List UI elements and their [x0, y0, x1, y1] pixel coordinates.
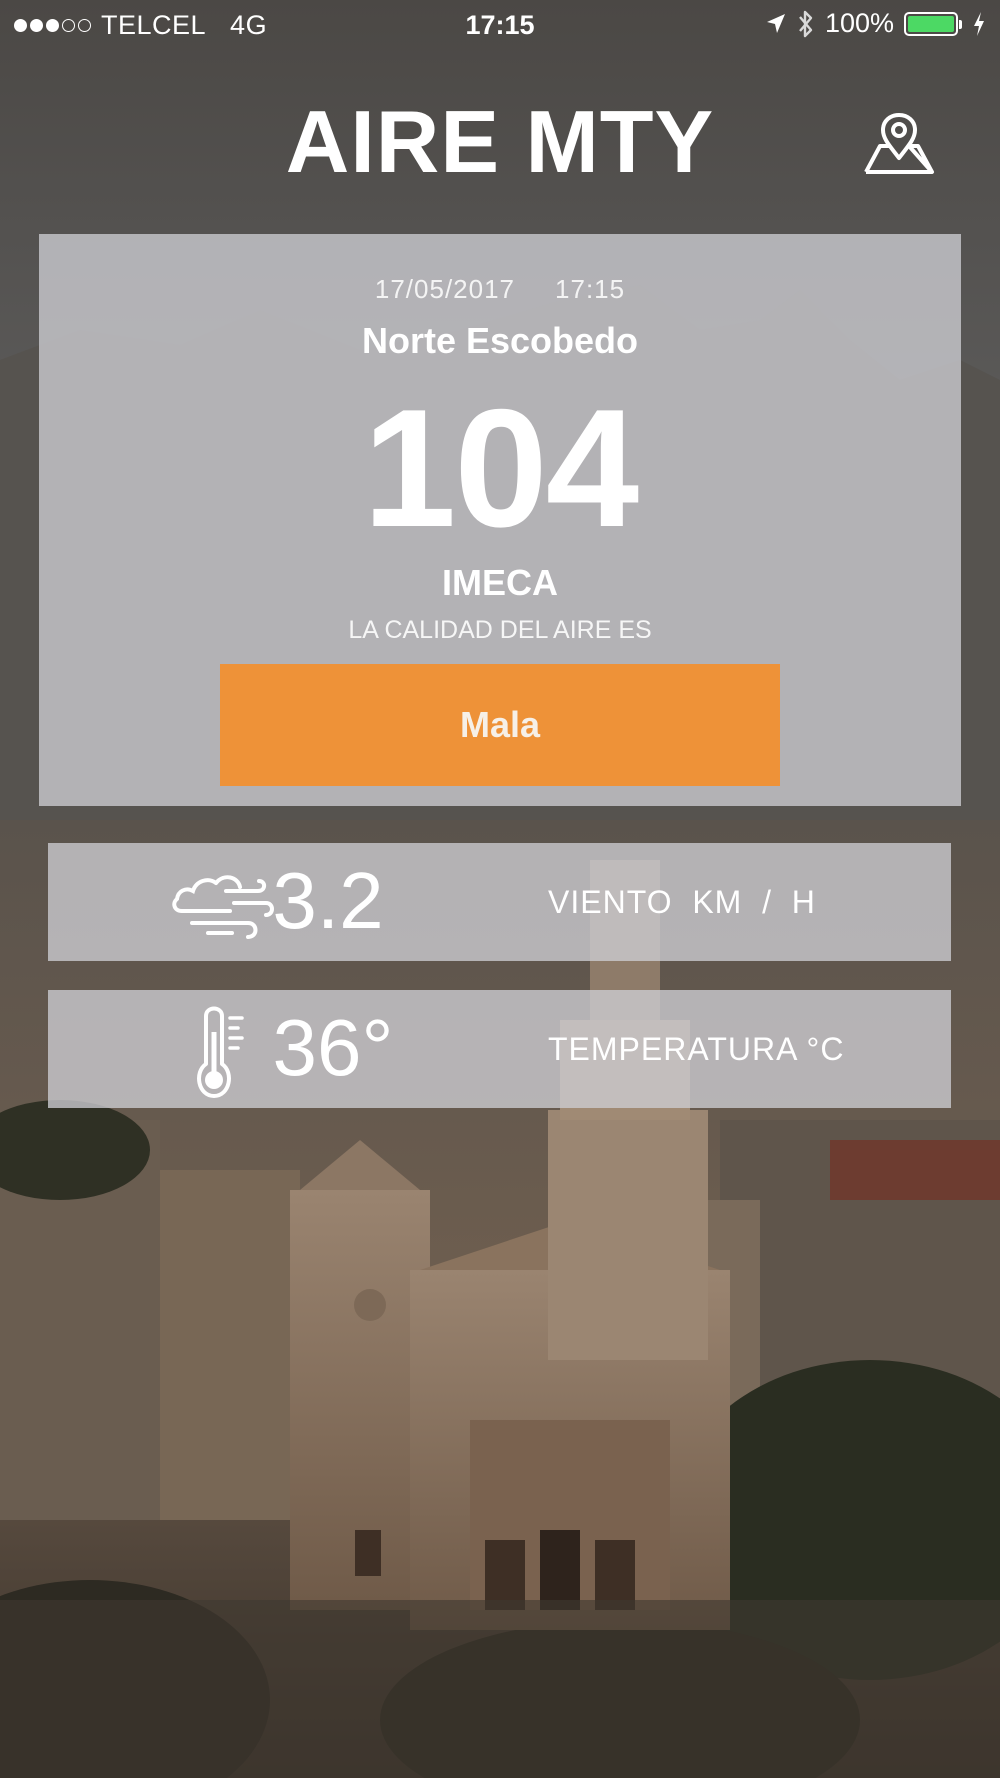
bluetooth-icon: [799, 10, 813, 37]
status-bar: TELCEL 4G 17:15 100%: [0, 0, 1000, 50]
temperature-row: 36° TEMPERATURA °C: [48, 990, 951, 1108]
map-button[interactable]: [858, 112, 940, 180]
battery-percent: 100%: [824, 8, 894, 38]
reading-datetime: 17/05/2017 17:15: [39, 274, 961, 305]
charging-bolt-icon: [974, 11, 984, 36]
aqi-unit: IMECA: [442, 562, 558, 603]
wind-speed-label: VIENTO KM / H: [548, 883, 816, 920]
reading-date: 17/05/2017: [374, 274, 516, 304]
wind-speed-value: 3.2: [272, 856, 384, 945]
status-right: 100%: [765, 8, 986, 39]
temperature-value: 36°: [272, 1003, 394, 1092]
wind-row: 3.2 VIENTO KM / H: [48, 843, 951, 961]
app-screen: TELCEL 4G 17:15 100% AIRE MTY 17/05/2017…: [0, 0, 1000, 1778]
temperature-label: TEMPERATURA °C: [548, 1030, 845, 1067]
app-title: AIRE MTY: [285, 92, 715, 191]
battery-level: [908, 15, 954, 32]
battery-icon: [904, 11, 962, 36]
quality-caption: LA CALIDAD DEL AIRE ES: [348, 616, 652, 644]
map-pin-icon: [864, 113, 934, 174]
aqi-value: 104: [362, 374, 639, 562]
air-quality-card: 17/05/2017 17:15 Norte Escobedo 104 IMECA…: [39, 234, 961, 806]
location-arrow-icon: [766, 13, 785, 33]
station-name: Norte Escobedo: [361, 320, 639, 361]
quality-status-badge: Mala: [220, 664, 780, 786]
reading-time: 17:15: [555, 274, 626, 304]
